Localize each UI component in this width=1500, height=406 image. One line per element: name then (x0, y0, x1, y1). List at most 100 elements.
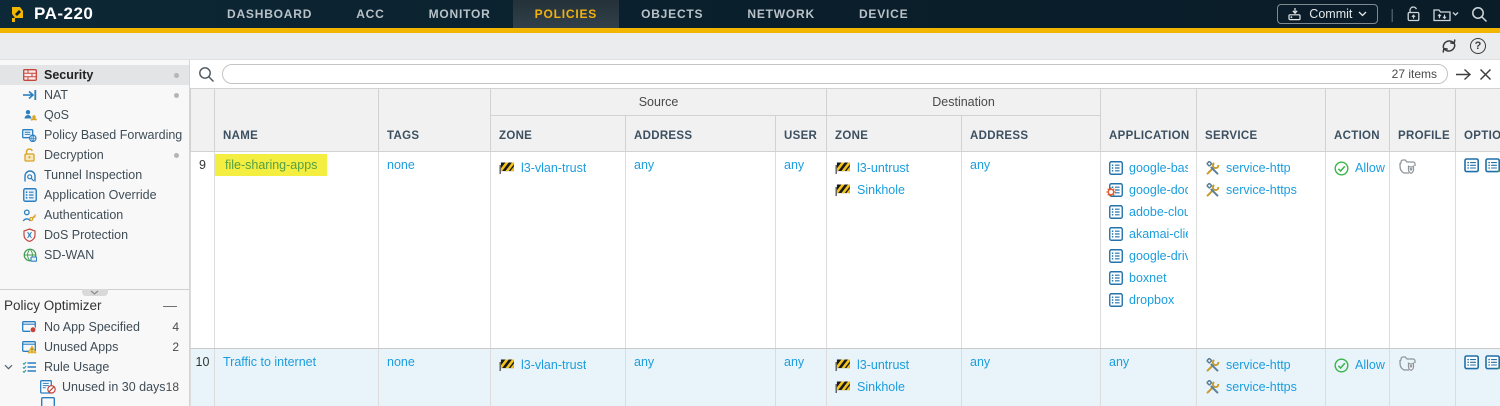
service-link[interactable]: service-http (1226, 161, 1291, 175)
nav-tab-policies[interactable]: POLICIES (513, 0, 619, 28)
sidebar-item-nat[interactable]: NAT (0, 85, 189, 105)
dest-zone-link[interactable]: Sinkhole (857, 183, 905, 197)
apply-filter-arrow-icon[interactable] (1455, 68, 1472, 81)
nav-tab-network[interactable]: NETWORK (725, 0, 837, 28)
clear-filter-icon[interactable] (1479, 68, 1492, 81)
application-link[interactable]: akamai-client (1129, 227, 1188, 241)
col-user[interactable]: USER (776, 116, 827, 152)
splitter-handle-icon[interactable] (82, 289, 108, 296)
tags-link[interactable]: none (387, 355, 415, 369)
col-tags[interactable]: TAGS (379, 89, 491, 152)
optimizer-item-unused-in-30-days[interactable]: Unused in 30 days18 (0, 377, 189, 397)
rule-name-cell: Traffic to internet (215, 349, 379, 406)
service-link[interactable]: service-https (1226, 183, 1297, 197)
dest-address-link[interactable]: any (970, 158, 990, 172)
application-link[interactable]: adobe-cloud (1129, 205, 1188, 219)
optimizer-item-no-app-specified[interactable]: No App Specified4 (0, 317, 189, 337)
log-end-icon[interactable] (1464, 355, 1480, 373)
nav-tab-acc[interactable]: ACC (334, 0, 406, 28)
application-icon (1109, 227, 1123, 241)
config-save-load-icon[interactable] (1433, 7, 1459, 22)
dest-zone-cell: l3-untrust Sinkhole (827, 152, 962, 349)
cropped-optimizer-item (0, 397, 189, 406)
service-link[interactable]: service-https (1226, 380, 1297, 394)
col-source-address[interactable]: ADDRESS (626, 116, 776, 152)
action-link[interactable]: Allow (1355, 358, 1385, 372)
col-dest-zone[interactable]: ZONE (827, 116, 962, 152)
service-link[interactable]: service-http (1226, 358, 1291, 372)
tags-link[interactable]: none (387, 158, 415, 172)
col-profile[interactable]: PROFILE (1390, 89, 1456, 152)
rule-name-highlighted[interactable]: file-sharing-apps (215, 154, 327, 176)
col-application[interactable]: APPLICATION (1101, 89, 1197, 152)
dest-zone-link[interactable]: l3-untrust (857, 161, 909, 175)
col-service[interactable]: SERVICE (1197, 89, 1326, 152)
application-link[interactable]: google-drive... (1129, 249, 1188, 263)
optimizer-item-unused-apps[interactable]: Unused Apps2 (0, 337, 189, 357)
nav-right-controls: Commit | (1277, 0, 1500, 28)
collapse-optimizer-icon[interactable]: — (163, 297, 177, 313)
source-address-link[interactable]: any (634, 158, 654, 172)
optimizer-item-label: No App Specified (44, 320, 140, 334)
service-cell: service-http service-https (1197, 152, 1326, 349)
application-any-link[interactable]: any (1109, 355, 1129, 369)
optimizer-item-rule-usage[interactable]: Rule Usage (0, 357, 189, 377)
qos-icon (21, 109, 38, 122)
pbf-icon (21, 129, 38, 142)
col-options[interactable]: OPTIONS (1456, 89, 1500, 152)
dest-address-cell: any (962, 152, 1101, 349)
sidebar-item-label: QoS (44, 108, 69, 122)
sidebar-item-decryption[interactable]: Decryption (0, 145, 189, 165)
filter-input-pill[interactable]: 27 items (222, 64, 1448, 84)
nav-tab-objects[interactable]: OBJECTS (619, 0, 725, 28)
log-forward-icon[interactable] (1485, 158, 1500, 177)
user-link[interactable]: any (784, 355, 804, 369)
nav-tab-device[interactable]: DEVICE (837, 0, 930, 28)
gear-icon (1106, 186, 1116, 200)
sidebar-item-application-override[interactable]: Application Override (0, 185, 189, 205)
rule-name-link[interactable]: Traffic to internet (223, 355, 316, 369)
optimizer-item-count: 18 (166, 380, 179, 394)
nav-tab-dashboard[interactable]: DASHBOARD (205, 0, 334, 28)
rule-row-10[interactable]: 10Traffic to internetnonel3-vlan-trustan… (191, 349, 1500, 406)
log-forward-icon[interactable] (1485, 355, 1500, 374)
sidebar-item-tunnel-inspection[interactable]: Tunnel Inspection (0, 165, 189, 185)
col-source-zone[interactable]: ZONE (491, 116, 626, 152)
application-link[interactable]: google-base (1129, 161, 1188, 175)
refresh-icon[interactable] (1440, 38, 1458, 54)
sidebar-item-dos-protection[interactable]: DoS Protection (0, 225, 189, 245)
brand: PA-220 (0, 0, 205, 28)
sidebar-item-security[interactable]: Security (0, 65, 189, 85)
sidebar-item-qos[interactable]: QoS (0, 105, 189, 125)
global-search-icon[interactable] (1471, 6, 1488, 23)
application-link[interactable]: boxnet (1129, 271, 1167, 285)
rule-row-9[interactable]: 9file-sharing-appsnonel3-vlan-trustanyan… (191, 152, 1500, 349)
sidebar-item-authentication[interactable]: Authentication (0, 205, 189, 225)
filter-bar: 27 items (190, 60, 1500, 88)
user-link[interactable]: any (784, 158, 804, 172)
application-link[interactable]: dropbox (1129, 293, 1174, 307)
source-zone-link[interactable]: l3-vlan-trust (521, 161, 586, 175)
sidebar-item-policy-based-forwarding[interactable]: Policy Based Forwarding (0, 125, 189, 145)
nav-tab-monitor[interactable]: MONITOR (407, 0, 513, 28)
source-zone-link[interactable]: l3-vlan-trust (521, 358, 586, 372)
filter-input[interactable] (233, 67, 1392, 81)
source-address-cell: any (626, 349, 776, 406)
dest-address-link[interactable]: any (970, 355, 990, 369)
config-lock-icon[interactable] (1406, 6, 1421, 23)
application-link[interactable]: google-docs... (1129, 183, 1188, 197)
col-action[interactable]: ACTION (1326, 89, 1390, 152)
sidebar: SecurityNAT QoS Policy Based ForwardingDec… (0, 60, 190, 406)
dest-zone-link[interactable]: Sinkhole (857, 380, 905, 394)
action-link[interactable]: Allow (1355, 161, 1385, 175)
commit-button[interactable]: Commit (1277, 4, 1378, 24)
col-name[interactable]: NAME (215, 89, 379, 152)
sidebar-item-sd-wan[interactable]: SD-WAN (0, 245, 189, 265)
pane-splitter[interactable] (0, 289, 189, 290)
col-dest-address[interactable]: ADDRESS (962, 116, 1101, 152)
source-address-link[interactable]: any (634, 355, 654, 369)
log-end-icon[interactable] (1464, 158, 1480, 176)
dest-zone-link[interactable]: l3-untrust (857, 358, 909, 372)
help-icon[interactable]: ? (1470, 38, 1486, 54)
action-cell: Allow (1326, 152, 1390, 349)
